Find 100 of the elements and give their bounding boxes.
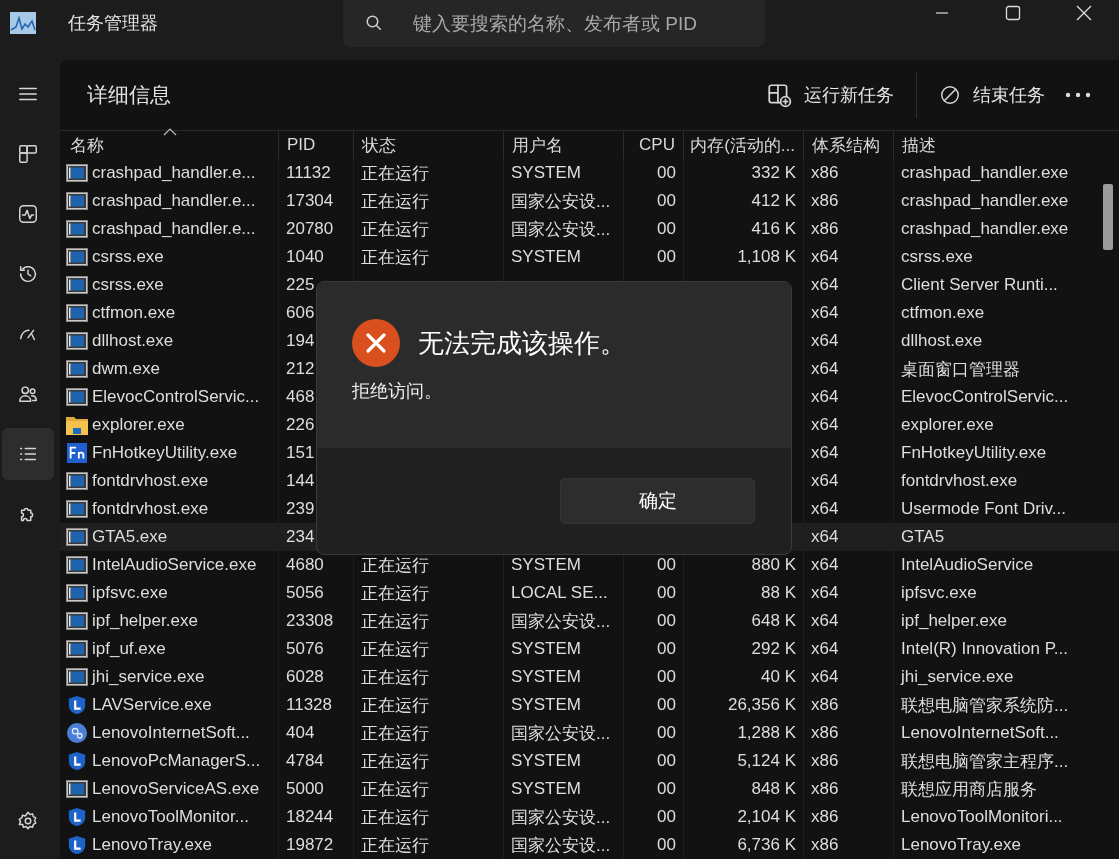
column-header[interactable]: 内存(活动的... [683, 131, 803, 159]
table-cell: ipf_helper.exe [901, 611, 1007, 631]
table-cell: 1040 [286, 247, 324, 267]
table-cell: x86 [811, 835, 839, 855]
table-cell: SYSTEM [511, 639, 581, 659]
scrollbar-thumb[interactable] [1103, 184, 1113, 250]
table-cell: x64 [811, 247, 839, 267]
table-row[interactable]: LenovoInternetSoft... 404 正在运行 国家公安设... 00 1,288 K x86 LenovoInternetSoft... [60, 719, 1119, 747]
table-cell: 00 [657, 611, 676, 631]
table-row[interactable]: ipfsvc.exe 5056 正在运行 LOCAL SE... 00 88 K x64 ipfsvc.exe [60, 579, 1119, 607]
process-name: LenovoToolMonitor... [92, 807, 249, 827]
table-cell-text: 正在运行 [361, 610, 429, 633]
window-icon [66, 611, 88, 631]
table-cell: 606 [286, 303, 315, 323]
table-cell: x86 [811, 695, 839, 715]
table-cell: x86 [811, 807, 839, 827]
table-cell: 292 K [751, 639, 796, 659]
window-icon [66, 219, 88, 239]
end-task-button[interactable]: 结束任务 [929, 75, 1055, 115]
table-cell: 88 K [761, 583, 796, 603]
process-name: ipf_uf.exe [92, 639, 166, 659]
run-new-task-button[interactable]: 运行新任务 [756, 74, 904, 116]
table-cell: FnHotkeyUtility.exe [901, 443, 1047, 463]
table-cell: SYSTEM [511, 695, 581, 715]
table-cell: 648 K [751, 611, 796, 631]
table-cell: 23308 [286, 611, 334, 631]
table-cell: 00 [657, 163, 676, 183]
ok-button[interactable]: 确定 [560, 478, 755, 524]
process-name: jhi_service.exe [92, 667, 205, 687]
table-row[interactable]: jhi_service.exe 6028 正在运行 SYSTEM 00 40 K x64 jhi_service.exe [60, 663, 1119, 691]
window-icon [66, 331, 88, 351]
close-icon [1075, 5, 1092, 21]
table-cell: LenovoToolMonitori... [901, 807, 1063, 827]
page-title: 详细信息 [87, 82, 171, 108]
table-cell: jhi_service.exe [901, 667, 1014, 687]
table-cell: 226 [286, 415, 315, 435]
table-cell: x64 [811, 275, 839, 295]
column-header[interactable]: 体系结构 [803, 131, 893, 159]
table-cell: 00 [657, 555, 676, 575]
users-icon [17, 383, 39, 405]
table-row[interactable]: LenovoPcManagerS... 4784 正在运行 SYSTEM 00 5,124 K x86 联想电脑管家主程序... [60, 747, 1119, 775]
table-cell: 848 K [751, 779, 796, 799]
process-name: dllhost.exe [92, 331, 174, 351]
column-header[interactable]: 描述 [893, 131, 1093, 159]
process-name: dwm.exe [92, 359, 161, 379]
table-cell-text: 正在运行 [361, 582, 429, 605]
new-task-icon [766, 82, 792, 108]
process-name: csrss.exe [92, 275, 164, 295]
process-name: explorer.exe [92, 415, 185, 435]
table-cell: x64 [811, 611, 839, 631]
table-row[interactable]: crashpad_handler.e... 11132 正在运行 SYSTEM 00 332 K x86 crashpad_handler.exe [60, 159, 1119, 187]
table-row[interactable]: LenovoTray.exe 19872 正在运行 国家公安设... 00 6,736 K x86 LenovoTray.exe [60, 831, 1119, 859]
table-row[interactable]: ipf_helper.exe 23308 正在运行 国家公安设... 00 648 K x64 ipf_helper.exe [60, 607, 1119, 635]
column-header[interactable]: PID [278, 131, 353, 159]
column-header[interactable]: 名称 [62, 131, 278, 159]
grid-icon [17, 143, 39, 165]
table-cell: x64 [811, 527, 839, 547]
table-cell-text: 联想电脑管家系统防... [901, 694, 1069, 717]
window-icon [66, 583, 88, 603]
table-cell: 332 K [751, 163, 796, 183]
column-header[interactable]: 用户名 [503, 131, 623, 159]
process-name: LenovoPcManagerS... [92, 751, 261, 771]
window-title: 任务管理器 [68, 12, 159, 35]
window-icon [66, 499, 88, 519]
window-icon [66, 555, 88, 575]
table-row[interactable]: LAVService.exe 11328 正在运行 SYSTEM 00 26,356 K x86 联想电脑管家系统防... [60, 691, 1119, 719]
table-cell-text: 正在运行 [361, 834, 429, 857]
table-row[interactable]: LenovoServiceAS.exe 5000 正在运行 SYSTEM 00 848 K x86 联想应用商店服务 [60, 775, 1119, 803]
window-icon [66, 471, 88, 491]
window-icon [66, 527, 88, 547]
dialog-message: 拒绝访问。 [352, 380, 443, 403]
table-row[interactable]: crashpad_handler.e... 20780 正在运行 国家公安设... 00 416 K x86 crashpad_handler.exe [60, 215, 1119, 243]
table-cell: 416 K [751, 219, 796, 239]
column-header[interactable]: 状态 [353, 131, 503, 159]
column-header[interactable]: CPU [623, 131, 683, 159]
shield-icon [66, 807, 88, 827]
pulse-icon [17, 203, 39, 225]
table-cell: 00 [657, 751, 676, 771]
table-row[interactable]: LenovoToolMonitor... 18244 正在运行 国家公安设... 00 2,104 K x86 LenovoToolMonitori... [60, 803, 1119, 831]
table-cell: ipfsvc.exe [901, 583, 977, 603]
table-cell: Usermode Font Driv... [901, 499, 1066, 519]
window-icon [66, 359, 88, 379]
process-name: fontdrvhost.exe [92, 499, 209, 519]
table-cell-text: 国家公安设... [511, 218, 611, 241]
table-cell: 6,736 K [737, 835, 796, 855]
table-cell: x86 [811, 219, 839, 239]
error-icon [352, 319, 400, 367]
table-row[interactable]: csrss.exe 1040 正在运行 SYSTEM 00 1,108 K x64 csrss.exe [60, 243, 1119, 271]
search-field[interactable]: 键入要搜索的名称、发布者或 PID [343, 0, 765, 47]
table-cell: 00 [657, 807, 676, 827]
table-cell: 00 [657, 723, 676, 743]
table-cell: SYSTEM [511, 751, 581, 771]
table-cell: 00 [657, 639, 676, 659]
window-icon [66, 163, 88, 183]
table-cell: SYSTEM [511, 667, 581, 687]
table-cell: x86 [811, 751, 839, 771]
table-row[interactable]: ipf_uf.exe 5076 正在运行 SYSTEM 00 292 K x64 Intel(R) Innovation P... [60, 635, 1119, 663]
table-row[interactable]: crashpad_handler.e... 17304 正在运行 国家公安设... 00 412 K x86 crashpad_handler.exe [60, 187, 1119, 215]
table-cell: 40 K [761, 667, 796, 687]
table-cell: GTA5 [901, 527, 945, 547]
